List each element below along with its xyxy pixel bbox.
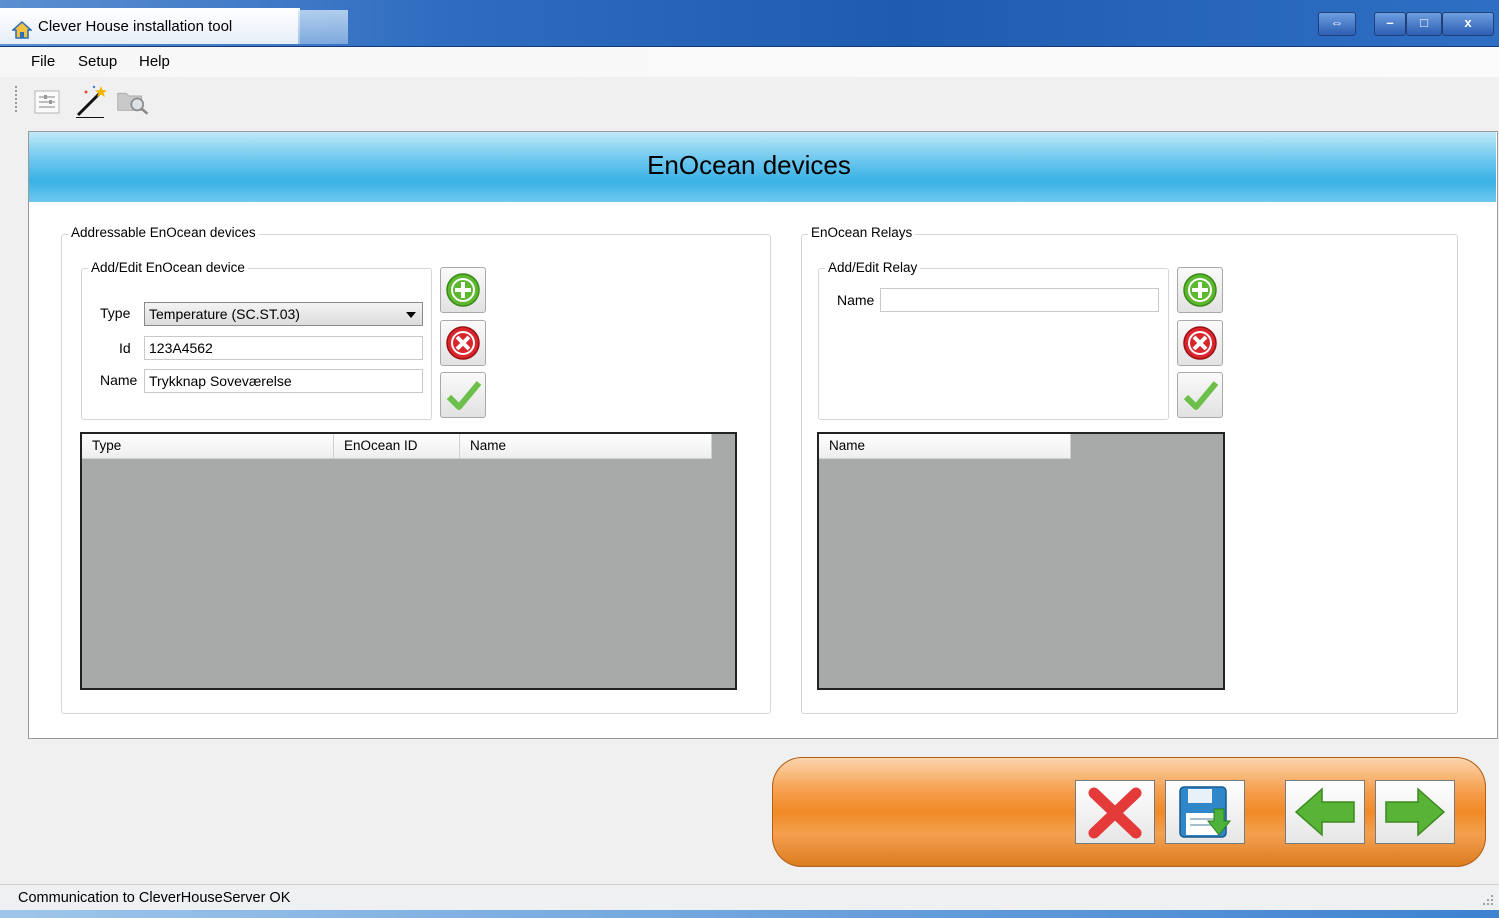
maximize-button[interactable]: □ [1406, 12, 1442, 36]
add-relay-button[interactable] [1177, 267, 1223, 313]
relays-table[interactable]: Name [817, 432, 1225, 690]
relays-table-header: Name [819, 434, 1071, 459]
id-input[interactable]: 123A4562 [144, 336, 423, 360]
delete-device-button[interactable] [440, 320, 486, 366]
arrow-left-icon [1294, 787, 1355, 837]
list-settings-icon[interactable] [30, 84, 64, 118]
type-select-value: Temperature (SC.ST.03) [149, 306, 300, 322]
name-label: Name [100, 372, 138, 388]
type-select[interactable]: Temperature (SC.ST.03) [144, 302, 423, 326]
relay-name-label: Name [837, 292, 875, 308]
resize-grip-icon[interactable] [1482, 894, 1494, 906]
arrow-right-icon [1385, 787, 1446, 837]
delete-relay-button[interactable] [1177, 320, 1223, 366]
add-device-button[interactable] [440, 267, 486, 313]
devices-group-label: Addressable EnOcean devices [68, 225, 259, 240]
save-button[interactable] [1165, 780, 1245, 844]
plus-icon [1183, 273, 1217, 307]
checkmark-icon [1183, 381, 1219, 410]
remove-icon [1183, 326, 1217, 360]
column-header-relay-name[interactable]: Name [819, 434, 1071, 458]
toolbar-grip[interactable] [15, 86, 17, 114]
window-title: Clever House installation tool [38, 18, 233, 35]
page-title: EnOcean devices [647, 150, 851, 180]
next-button[interactable] [1375, 780, 1455, 844]
id-label: Id [119, 340, 131, 356]
device-edit-group-label: Add/Edit EnOcean device [88, 260, 248, 275]
folder-search-icon[interactable] [116, 84, 150, 118]
toolbar [0, 80, 1499, 124]
restore-button[interactable]: ⇔ [1318, 12, 1356, 36]
cancel-x-icon [1088, 787, 1142, 839]
chevron-down-icon [406, 312, 416, 318]
relay-edit-group-label: Add/Edit Relay [825, 260, 921, 275]
devices-table[interactable]: Type EnOcean ID Name [80, 432, 737, 690]
back-button[interactable] [1285, 780, 1365, 844]
menu-setup[interactable]: Setup [78, 53, 117, 70]
name-input[interactable]: Trykknap Soveværelse [144, 369, 423, 393]
menu-help[interactable]: Help [139, 53, 170, 70]
column-header-enocean-id[interactable]: EnOcean ID [334, 434, 460, 458]
column-header-name[interactable]: Name [460, 434, 712, 458]
remove-icon [446, 326, 480, 360]
save-floppy-icon [1179, 786, 1232, 838]
close-window-button[interactable]: x [1442, 12, 1494, 36]
magic-wand-icon[interactable] [74, 84, 108, 118]
checkmark-icon [446, 381, 482, 410]
relays-group-label: EnOcean Relays [808, 225, 916, 240]
menu-bar [0, 47, 1499, 77]
column-header-type[interactable]: Type [82, 434, 334, 458]
plus-icon [446, 273, 480, 307]
confirm-device-button[interactable] [440, 372, 486, 418]
relay-name-input[interactable] [880, 288, 1159, 312]
menu-file[interactable]: File [31, 53, 55, 70]
cancel-button[interactable] [1075, 780, 1155, 844]
confirm-relay-button[interactable] [1177, 372, 1223, 418]
house-icon [12, 21, 32, 39]
type-label: Type [100, 305, 131, 321]
minimize-button[interactable]: – [1374, 12, 1406, 36]
taskbar-strip [0, 910, 1499, 918]
status-text: Communication to CleverHouseServer OK [18, 890, 291, 906]
devices-table-header: Type EnOcean ID Name [82, 434, 712, 459]
